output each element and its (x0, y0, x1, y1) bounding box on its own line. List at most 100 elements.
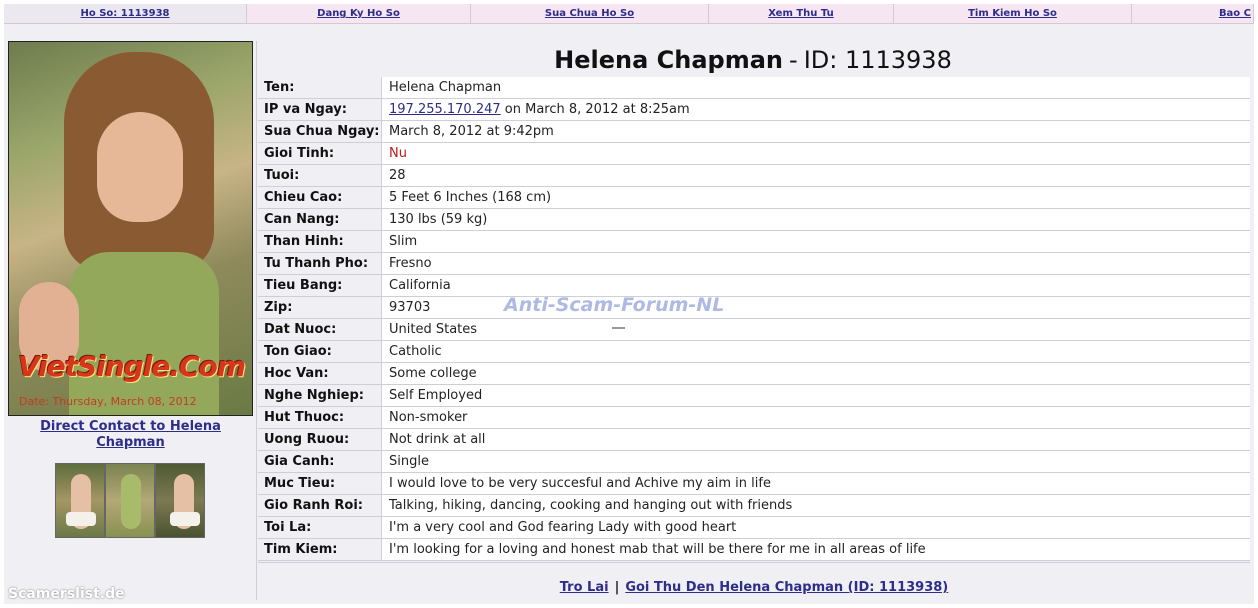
field-row: Hut Thuoc: Non-smoker (258, 407, 1250, 429)
field-label: Gio Ranh Roi: (258, 495, 382, 516)
field-label: Gioi Tinh: (258, 143, 382, 164)
photo-date-stamp: Date: Thursday, March 08, 2012 (19, 395, 197, 408)
field-label: Gia Canh: (258, 451, 382, 472)
field-value-text: 130 lbs (59 kg) (389, 212, 488, 227)
field-row: IP va Ngay: 197.255.170.247 on March 8, 2… (258, 99, 1250, 121)
field-value: Catholic (382, 341, 1250, 362)
field-value-text: California (389, 278, 451, 293)
field-label: Tim Kiem: (258, 539, 382, 560)
photo-thumbnail-2[interactable] (105, 463, 155, 538)
field-label: Muc Tieu: (258, 473, 382, 494)
field-row: Gioi Tinh: Nu (258, 143, 1250, 165)
field-label: Tu Thanh Pho: (258, 253, 382, 274)
field-value: 5 Feet 6 Inches (168 cm) (382, 187, 1250, 208)
field-label: Toi La: (258, 517, 382, 538)
field-row: Dat Nuoc: United States (258, 319, 1250, 341)
field-value: Single (382, 451, 1250, 472)
field-row: Tieu Bang: California (258, 275, 1250, 297)
field-value-text: 5 Feet 6 Inches (168 cm) (389, 190, 552, 205)
field-value-text: Some college (389, 366, 477, 381)
profile-title: Helena Chapman - ID: 1113938 (256, 43, 1250, 77)
field-row: Nghe Nghiep: Self Employed (258, 385, 1250, 407)
send-message-link[interactable]: Goi Thu Den Helena Chapman (ID: 1113938) (625, 580, 948, 595)
field-row: Than Hinh: Slim (258, 231, 1250, 253)
photo-face (97, 112, 183, 222)
nav-edit-profile[interactable]: Sua Chua Ho So (471, 4, 709, 24)
field-row: Ton Giao: Catholic (258, 341, 1250, 363)
field-value: Fresno (382, 253, 1250, 274)
field-value-text: on March 8, 2012 at 8:25am (500, 102, 690, 117)
field-label: Than Hinh: (258, 231, 382, 252)
field-value-text: I would love to be very succesful and Ac… (389, 476, 771, 491)
photo-thumbnail-1[interactable] (55, 463, 105, 538)
field-row: Uong Ruou: Not drink at all (258, 429, 1250, 451)
site-credit-watermark: Scamerslist.de (8, 586, 125, 602)
nav-register-profile[interactable]: Dang Ky Ho So (247, 4, 471, 24)
field-value-text: Slim (389, 234, 418, 249)
field-value-text: 28 (389, 168, 406, 183)
nav-view-messages[interactable]: Xem Thu Tu (709, 4, 894, 24)
field-label: Chieu Cao: (258, 187, 382, 208)
field-value: Slim (382, 231, 1250, 252)
nav-search-profiles[interactable]: Tim Kiem Ho So (894, 4, 1132, 24)
field-row: Can Nang: 130 lbs (59 kg) (258, 209, 1250, 231)
forum-watermark: Anti-Scam-Forum-NL (504, 294, 725, 316)
field-value: Not drink at all (382, 429, 1250, 450)
field-value: Non-smoker (382, 407, 1250, 428)
field-value-text: Self Employed (389, 388, 483, 403)
field-row: Tuoi: 28 (258, 165, 1250, 187)
field-value: I'm a very cool and God fearing Lady wit… (382, 517, 1250, 538)
dash-mark (612, 327, 625, 329)
field-row: Hoc Van: Some college (258, 363, 1250, 385)
field-row: Zip: 93703 (258, 297, 1250, 319)
field-value: Helena Chapman (382, 77, 1250, 98)
field-value: March 8, 2012 at 9:42pm (382, 121, 1250, 142)
field-value: California (382, 275, 1250, 296)
field-label: Sua Chua Ngay: (258, 121, 382, 142)
field-value-text: Non-smoker (389, 410, 468, 425)
field-value: I'm looking for a loving and honest mab … (382, 539, 1250, 560)
ip-address-link[interactable]: 197.255.170.247 (389, 102, 501, 117)
photo-thumbnail-3[interactable] (155, 463, 205, 538)
field-label: Tieu Bang: (258, 275, 382, 296)
field-value-text: I'm a very cool and God fearing Lady wit… (389, 520, 737, 535)
back-link[interactable]: Tro Lai (560, 580, 609, 595)
direct-contact-link[interactable]: Direct Contact to Helena Chapman (8, 419, 253, 451)
field-row: Muc Tieu: I would love to be very succesf… (258, 473, 1250, 495)
field-row: Ten: Helena Chapman (258, 77, 1250, 99)
field-value-text: Catholic (389, 344, 442, 359)
field-value: 130 lbs (59 kg) (382, 209, 1250, 230)
field-row: Chieu Cao: 5 Feet 6 Inches (168 cm) (258, 187, 1250, 209)
field-label: Ton Giao: (258, 341, 382, 362)
field-value: Talking, hiking, dancing, cooking and ha… (382, 495, 1250, 516)
field-label: Uong Ruou: (258, 429, 382, 450)
field-value-text: Not drink at all (389, 432, 486, 447)
profile-name: Helena Chapman (554, 46, 784, 74)
nav-profile-id[interactable]: Ho So: 1113938 (4, 4, 247, 24)
footer-separator: | (614, 580, 620, 595)
nav-report[interactable]: Bao C (1132, 4, 1254, 24)
field-label: Ten: (258, 77, 382, 98)
field-label: Dat Nuoc: (258, 319, 382, 340)
field-label: IP va Ngay: (258, 99, 382, 120)
field-value: 28 (382, 165, 1250, 186)
field-label: Hoc Van: (258, 363, 382, 384)
photo-top (69, 252, 219, 415)
field-label: Can Nang: (258, 209, 382, 230)
field-label: Tuoi: (258, 165, 382, 186)
field-label: Hut Thuoc: (258, 407, 382, 428)
field-value: United States (382, 319, 1250, 340)
field-label: Nghe Nghiep: (258, 385, 382, 406)
top-nav: Ho So: 1113938 Dang Ky Ho So Sua Chua Ho… (4, 4, 1254, 24)
field-row: Tu Thanh Pho: Fresno (258, 253, 1250, 275)
field-value: Some college (382, 363, 1250, 384)
field-value: I would love to be very succesful and Ac… (382, 473, 1250, 494)
field-row: Sua Chua Ngay: March 8, 2012 at 9:42pm (258, 121, 1250, 143)
field-value-text: I'm looking for a loving and honest mab … (389, 542, 926, 557)
footer-links: Tro Lai | Goi Thu Den Helena Chapman (ID: … (258, 580, 1250, 595)
field-value-text: Fresno (389, 256, 432, 271)
field-value: Self Employed (382, 385, 1250, 406)
field-value: 197.255.170.247 on March 8, 2012 at 8:25… (382, 99, 1250, 120)
title-separator: - (789, 46, 798, 74)
field-row: Toi La: I'm a very cool and God fearing L… (258, 517, 1250, 539)
